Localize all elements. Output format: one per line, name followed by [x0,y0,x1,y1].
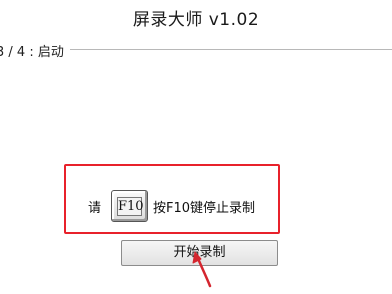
title-bar: 屏录大师 v1.02 [0,0,392,34]
keyboard-key-icon: F10 [111,190,148,222]
step-label: 3 / 4 : 启动 [0,41,67,60]
start-recording-button[interactable]: 开始录制 [121,240,278,266]
hint-text: 按F10键停止录制 [153,201,256,216]
key-label: F10 [117,197,144,216]
group-divider [70,49,392,50]
hint-prefix: 请 [88,201,102,216]
app-window: 屏录大师 v1.02 3 / 4 : 启动 请 F10 按F10键停止录制 开始… [0,0,392,294]
step-group: 3 / 4 : 启动 [0,40,392,60]
window-title: 屏录大师 v1.02 [132,10,260,30]
